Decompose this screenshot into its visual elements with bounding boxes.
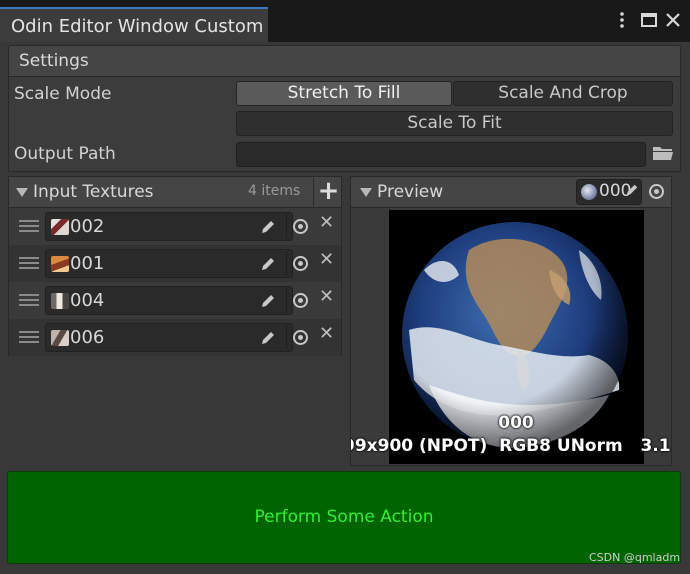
remove-item-icon[interactable]: ✕ xyxy=(319,286,334,307)
title-bar: Odin Editor Window Custom xyxy=(0,0,690,42)
settings-title: Settings xyxy=(19,51,89,71)
texture-field[interactable]: 001 xyxy=(45,249,308,278)
watermark: CSDN @qmladm xyxy=(589,551,681,564)
texture-thumbnail xyxy=(581,184,597,200)
drag-handle-icon[interactable] xyxy=(19,331,39,343)
folder-icon[interactable] xyxy=(652,144,674,161)
window-tab[interactable]: Odin Editor Window Custom xyxy=(0,7,268,42)
scale-to-fit-button[interactable]: Scale To Fit xyxy=(236,111,673,136)
more-icon[interactable] xyxy=(613,11,631,29)
foldout-arrow-icon[interactable] xyxy=(360,188,372,197)
pencil-icon[interactable] xyxy=(260,293,276,309)
preview-area: 000 99x900 (NPOT) RGB8 UNorm 3.1 M xyxy=(350,208,672,466)
input-textures-title: Input Textures xyxy=(33,182,154,202)
output-path-label: Output Path xyxy=(14,144,116,164)
perform-action-button[interactable]: Perform Some Action xyxy=(7,471,681,564)
texture-name: 001 xyxy=(70,253,105,274)
texture-thumbnail xyxy=(51,330,69,346)
stretch-to-fill-button[interactable]: Stretch To Fill xyxy=(236,81,452,106)
texture-name: 004 xyxy=(70,290,105,311)
output-path-field[interactable] xyxy=(236,142,646,167)
object-picker-icon[interactable] xyxy=(643,179,669,205)
drag-handle-icon[interactable] xyxy=(19,220,39,232)
foldout-arrow-icon[interactable] xyxy=(16,188,28,197)
texture-thumbnail xyxy=(51,219,69,235)
texture-thumbnail xyxy=(51,256,69,272)
texture-name-overlay: 000 xyxy=(498,413,534,433)
texture-field[interactable]: 004 xyxy=(45,286,308,315)
texture-thumbnail xyxy=(51,293,69,309)
maximize-icon[interactable] xyxy=(640,11,658,29)
drag-handle-icon[interactable] xyxy=(19,294,39,306)
object-picker-icon[interactable] xyxy=(286,214,312,239)
preview-texture-field[interactable]: 000 xyxy=(576,179,642,205)
texture-field[interactable]: 006 xyxy=(45,323,308,352)
close-icon[interactable] xyxy=(664,11,682,29)
pencil-icon[interactable] xyxy=(260,219,276,235)
input-textures-header[interactable]: Input Textures 4 items + xyxy=(8,176,342,208)
object-picker-icon[interactable] xyxy=(286,325,312,350)
preview-title: Preview xyxy=(377,182,444,202)
item-count: 4 items xyxy=(248,183,301,199)
list-item: 004 ✕ xyxy=(9,282,341,319)
texture-info-overlay: 99x900 (NPOT) RGB8 UNorm 3.1 M xyxy=(350,436,672,456)
remove-item-icon[interactable]: ✕ xyxy=(319,249,334,270)
texture-name: 002 xyxy=(70,216,105,237)
remove-item-icon[interactable]: ✕ xyxy=(319,323,334,344)
remove-item-icon[interactable]: ✕ xyxy=(319,212,334,233)
pencil-icon[interactable] xyxy=(625,183,639,197)
scale-mode-label: Scale Mode xyxy=(14,84,112,104)
editor-window: Odin Editor Window Custom Settings Scale… xyxy=(0,0,690,574)
object-picker-icon[interactable] xyxy=(286,251,312,276)
pencil-icon[interactable] xyxy=(260,256,276,272)
settings-header: Settings xyxy=(8,45,681,77)
pencil-icon[interactable] xyxy=(260,330,276,346)
window-title: Odin Editor Window Custom xyxy=(11,16,264,37)
add-item-button[interactable]: + xyxy=(313,178,343,207)
texture-field[interactable]: 002 xyxy=(45,212,308,241)
object-picker-icon[interactable] xyxy=(286,288,312,313)
drag-handle-icon[interactable] xyxy=(19,257,39,269)
scale-and-crop-button[interactable]: Scale And Crop xyxy=(453,81,673,106)
list-item: 001 ✕ xyxy=(9,245,341,282)
list-item: 002 ✕ xyxy=(9,208,341,245)
list-item: 006 ✕ xyxy=(9,319,341,356)
texture-name: 006 xyxy=(70,327,105,348)
input-textures-list: 002 ✕ 001 ✕ 004 ✕ 006 ✕ xyxy=(8,208,342,356)
preview-header[interactable]: Preview 000 xyxy=(350,176,672,208)
